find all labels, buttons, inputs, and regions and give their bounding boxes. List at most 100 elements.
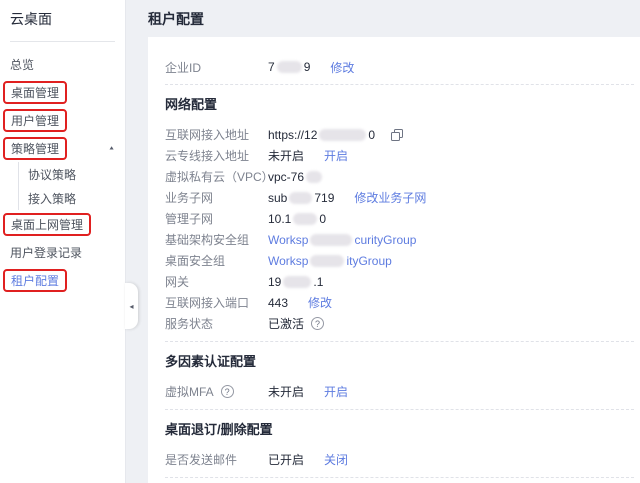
row-virtual-mfa: 虚拟MFA ? 未开启 开启 (165, 381, 634, 402)
unsubscribe-section-title: 桌面退订/删除配置 (165, 419, 634, 438)
field-value: 未开启 (268, 383, 304, 400)
sidebar-divider (10, 41, 115, 42)
sidebar-item-user-management[interactable]: 用户管理 (0, 106, 125, 134)
enable-dedicated-line-link[interactable]: 开启 (324, 147, 348, 164)
sidebar-item-overview[interactable]: 总览 (0, 50, 125, 78)
row-infrastructure-security-group: 基础架构安全组 Worksp curityGroup (165, 229, 634, 250)
value-text: 19 (268, 275, 281, 289)
question-mark: ? (315, 319, 320, 329)
main-area: 租户配置 企业ID 7 9 修改 网络配置 互联网接入地址 https://12… (126, 0, 640, 483)
security-group-link[interactable]: Worksp curityGroup (268, 233, 416, 247)
annotation-box: 策略管理 (3, 137, 67, 160)
annotation-box: 租户配置 (3, 269, 67, 292)
value-text: 0 (319, 212, 326, 226)
field-value: vpc-76 (268, 170, 324, 184)
sidebar-item-label: 总览 (10, 56, 34, 73)
sidebar-item-protocol-policy[interactable]: 协议策略 (18, 162, 125, 186)
sidebar-item-policy-management[interactable]: 策略管理 ▲ (0, 134, 125, 162)
row-dedicated-line: 云专线接入地址 未开启 开启 (165, 145, 634, 166)
field-value: 10.1 0 (268, 212, 326, 226)
value-text: sub (268, 191, 287, 205)
value-text: curityGroup (354, 233, 416, 247)
field-label: 互联网接入端口 (165, 294, 268, 311)
help-icon[interactable]: ? (221, 385, 234, 398)
annotation-box: 桌面上网管理 (3, 213, 91, 236)
annotation-box: 用户管理 (3, 109, 67, 132)
field-label: 云专线接入地址 (165, 147, 268, 164)
redacted-value (293, 213, 317, 225)
value-text: https://12 (268, 128, 317, 142)
field-label: 互联网接入地址 (165, 126, 268, 143)
field-label: 业务子网 (165, 189, 268, 206)
value-text: Worksp (268, 254, 308, 268)
sidebar-item-user-login-records[interactable]: 用户登录记录 (0, 238, 125, 266)
field-label: 管理子网 (165, 210, 268, 227)
section-divider (165, 409, 634, 410)
edit-business-subnet-link[interactable]: 修改业务子网 (354, 189, 426, 206)
field-value: 19 .1 (268, 275, 323, 289)
value-text: 10.1 (268, 212, 291, 226)
enterprise-id-value: 7 9 (268, 60, 310, 74)
sidebar-item-tenant-config[interactable]: 租户配置 (0, 266, 125, 294)
field-value: sub 719 (268, 191, 334, 205)
page-header: 租户配置 (126, 0, 640, 37)
row-management-subnet: 管理子网 10.1 0 (165, 208, 634, 229)
value-text: .1 (313, 275, 323, 289)
question-mark: ? (225, 387, 230, 397)
value-text: vpc-76 (268, 170, 304, 184)
sidebar: 云桌面 总览 桌面管理 用户管理 策略管理 ▲ 协议策略 接入策略 桌面上网管理 (0, 0, 126, 483)
sidebar-item-label: 桌面上网管理 (11, 218, 83, 232)
edit-port-link[interactable]: 修改 (308, 294, 332, 311)
sidebar-item-label: 策略管理 (11, 142, 59, 156)
sidebar-nav: 总览 桌面管理 用户管理 策略管理 ▲ 协议策略 接入策略 桌面上网管理 用户登… (0, 50, 125, 294)
value-text: 9 (304, 60, 311, 74)
redacted-value (319, 129, 366, 141)
collapse-arrow-icon: ◂ (129, 302, 133, 311)
value-text: 7 (268, 60, 275, 74)
value-text: 0 (368, 128, 375, 142)
row-send-email: 是否发送邮件 已开启 关闭 (165, 449, 634, 470)
field-label: 服务状态 (165, 315, 268, 332)
section-divider (165, 477, 634, 478)
field-label: 桌面安全组 (165, 252, 268, 269)
help-icon[interactable]: ? (311, 317, 324, 330)
field-label: 网关 (165, 273, 268, 290)
value-text: ityGroup (346, 254, 391, 268)
enterprise-id-label: 企业ID (165, 59, 268, 76)
status-value: 已激活 (268, 315, 304, 332)
page-title: 租户配置 (148, 9, 204, 29)
redacted-value (289, 192, 312, 204)
security-group-link[interactable]: Worksp ityGroup (268, 254, 392, 268)
row-internet-address: 互联网接入地址 https://12 0 (165, 124, 634, 145)
section-divider (165, 341, 634, 342)
redacted-value (277, 61, 302, 73)
row-vpc: 虚拟私有云（VPC） vpc-76 (165, 166, 634, 187)
enable-mfa-link[interactable]: 开启 (324, 383, 348, 400)
label-text: 虚拟MFA (165, 383, 214, 400)
sidebar-item-label: 用户登录记录 (10, 244, 82, 261)
field-label: 基础架构安全组 (165, 231, 268, 248)
redacted-value (310, 255, 344, 267)
value-text: Worksp (268, 233, 308, 247)
tenant-config-card: 企业ID 7 9 修改 网络配置 互联网接入地址 https://12 0 (148, 37, 640, 483)
sidebar-item-desktop-management[interactable]: 桌面管理 (0, 78, 125, 106)
disable-email-link[interactable]: 关闭 (324, 451, 348, 468)
collapse-menu-arrow-icon[interactable]: ▲ (108, 145, 115, 151)
annotation-box: 桌面管理 (3, 81, 67, 104)
sidebar-collapse-handle[interactable]: ◂ (125, 283, 138, 329)
edit-enterprise-id-link[interactable]: 修改 (330, 59, 354, 76)
field-label: 虚拟MFA ? (165, 383, 268, 400)
mfa-section-title: 多因素认证配置 (165, 351, 634, 370)
sidebar-item-access-policy[interactable]: 接入策略 (18, 186, 125, 210)
field-value: 已开启 (268, 451, 304, 468)
sidebar-item-label: 协议策略 (28, 166, 76, 183)
field-label: 虚拟私有云（VPC） (165, 168, 268, 185)
sidebar-item-label: 用户管理 (11, 114, 59, 128)
copy-icon[interactable] (391, 129, 403, 141)
sidebar-item-desktop-internet-management[interactable]: 桌面上网管理 (0, 210, 125, 238)
redacted-value (283, 276, 311, 288)
section-divider (165, 84, 634, 85)
sidebar-item-label: 桌面管理 (11, 86, 59, 100)
redacted-value (310, 234, 352, 246)
row-gateway: 网关 19 .1 (165, 271, 634, 292)
